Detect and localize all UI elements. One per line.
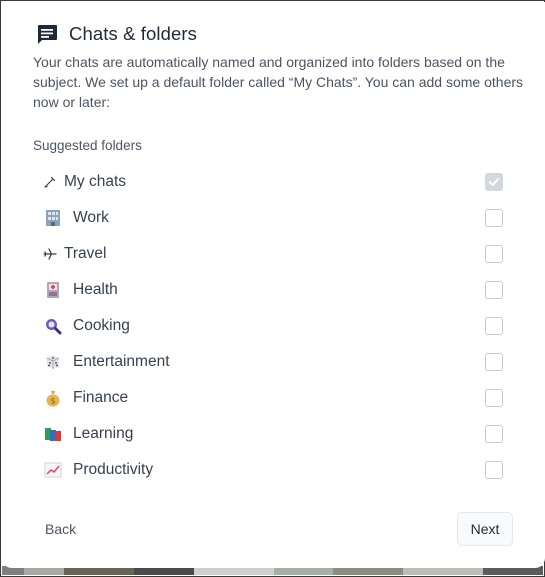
folder-checkbox-health[interactable] [485, 281, 503, 299]
dialog-title: Chats & folders [69, 23, 197, 44]
folder-checkbox-cooking[interactable] [485, 317, 503, 335]
folder-row-productivity[interactable]: Productivity [33, 452, 507, 488]
section-label: Suggested folders [33, 138, 142, 153]
back-button[interactable]: Back [45, 521, 76, 537]
svg-text:$: $ [50, 397, 55, 406]
pencil-icon [43, 172, 57, 192]
dice-icon [43, 352, 63, 372]
folder-checkbox-my-chats [485, 173, 503, 191]
folder-checkbox-finance[interactable] [485, 389, 503, 407]
chart-increasing-icon [43, 460, 63, 480]
folder-row-cooking[interactable]: Cooking [33, 308, 507, 344]
folder-label: Health [73, 281, 118, 298]
folder-row-health[interactable]: Health [33, 272, 507, 308]
medical-kit-icon [43, 280, 63, 300]
magnifier-icon [43, 316, 63, 336]
office-building-icon [43, 208, 63, 228]
money-bag-icon: $ [43, 388, 63, 408]
chats-folders-dialog: Chats & folders Your chats are automatic… [2, 2, 545, 568]
window-frame: Chats & folders Your chats are automatic… [0, 0, 545, 577]
folder-checkbox-learning[interactable] [485, 425, 503, 443]
airplane-icon [43, 244, 57, 264]
dialog-header: Chats & folders [35, 22, 197, 46]
dialog-description: Your chats are automatically named and o… [33, 54, 524, 110]
folder-checkbox-entertainment[interactable] [485, 353, 503, 371]
books-icon [43, 424, 63, 444]
folder-label: Productivity [73, 461, 154, 478]
folder-label: Learning [73, 425, 134, 442]
folder-row-learning[interactable]: Learning [33, 416, 507, 452]
folder-label: Work [73, 209, 109, 226]
folder-label: My chats [64, 173, 127, 190]
folder-checkbox-travel[interactable] [485, 245, 503, 263]
folder-row-my-chats: My chats [33, 164, 507, 200]
next-button[interactable]: Next [457, 512, 513, 546]
folder-label: Cooking [73, 317, 130, 334]
folder-row-travel[interactable]: Travel [33, 236, 507, 272]
folder-list: My chats Work Travel Health Cooking Ente… [33, 164, 507, 488]
folder-label: Entertainment [73, 353, 170, 370]
chat-bubble-icon [38, 25, 57, 44]
folder-row-work[interactable]: Work [33, 200, 507, 236]
folder-label: Finance [73, 389, 129, 406]
folder-row-entertainment[interactable]: Entertainment [33, 344, 507, 380]
folder-label: Travel [64, 245, 107, 262]
folder-checkbox-productivity[interactable] [485, 461, 503, 479]
folder-row-finance[interactable]: $ Finance [33, 380, 507, 416]
folder-checkbox-work[interactable] [485, 209, 503, 227]
